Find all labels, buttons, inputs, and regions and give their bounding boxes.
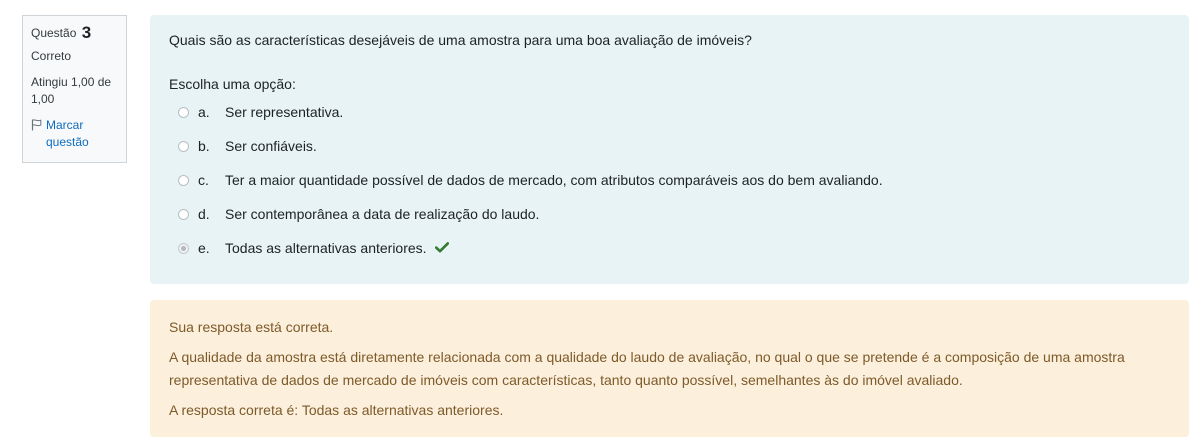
- question-number: Questão 3: [31, 24, 118, 42]
- flag-outline-icon: [31, 119, 42, 131]
- radio-b[interactable]: [178, 140, 189, 152]
- option-text: Ser representativa.: [225, 104, 344, 120]
- feedback-panel: Sua resposta está correta. A qualidade d…: [150, 300, 1189, 437]
- option-text: Ser confiáveis.: [225, 138, 317, 154]
- flag-question-label[interactable]: Marcar questão: [46, 117, 118, 151]
- check-icon: [434, 240, 449, 256]
- answer-prompt: Escolha uma opção:: [169, 76, 296, 92]
- flag-question-link[interactable]: Marcar questão: [31, 117, 118, 151]
- radio-e-selected[interactable]: [178, 242, 189, 254]
- option-letter: d.: [198, 206, 210, 222]
- answer-option-a[interactable]: a. Ser representativa.: [169, 95, 1170, 129]
- radio-d[interactable]: [178, 208, 189, 220]
- question-info-panel: Questão 3 Correto Atingiu 1,00 de 1,00 M…: [22, 15, 127, 163]
- answer-option-e[interactable]: e. Todas as alternativas anteriores.: [169, 231, 1170, 265]
- option-letter: c.: [198, 172, 209, 188]
- question-label: Questão: [31, 26, 77, 40]
- answer-option-b[interactable]: b. Ser confiáveis.: [169, 129, 1170, 163]
- answer-option-d[interactable]: d. Ser contemporânea a data de realizaçã…: [169, 197, 1170, 231]
- option-letter: b.: [198, 138, 210, 154]
- option-text: Ter a maior quantidade possível de dados…: [225, 172, 883, 188]
- radio-a[interactable]: [178, 106, 189, 118]
- radio-c[interactable]: [178, 174, 189, 186]
- question-formulation: Quais são as características desejáveis …: [150, 15, 1189, 284]
- option-text: Ser contemporânea a data de realização d…: [225, 206, 540, 222]
- option-letter: a.: [198, 104, 210, 120]
- option-text: Todas as alternativas anteriores.: [225, 240, 427, 256]
- answer-options: a. Ser representativa. b. Ser confiáveis…: [169, 95, 1170, 265]
- general-feedback: A qualidade da amostra está diretamente …: [169, 349, 1125, 388]
- question-state: Correto: [31, 49, 72, 63]
- option-letter: e.: [198, 240, 210, 256]
- question-grade: Atingiu 1,00 de 1,00: [31, 75, 112, 106]
- right-answer: A resposta correta é: Todas as alternati…: [169, 402, 504, 418]
- question-number-value: 3: [81, 23, 92, 42]
- answer-option-c[interactable]: c. Ter a maior quantidade possível de da…: [169, 163, 1170, 197]
- specific-feedback: Sua resposta está correta.: [169, 319, 334, 335]
- question-text: Quais são as características desejáveis …: [169, 32, 752, 48]
